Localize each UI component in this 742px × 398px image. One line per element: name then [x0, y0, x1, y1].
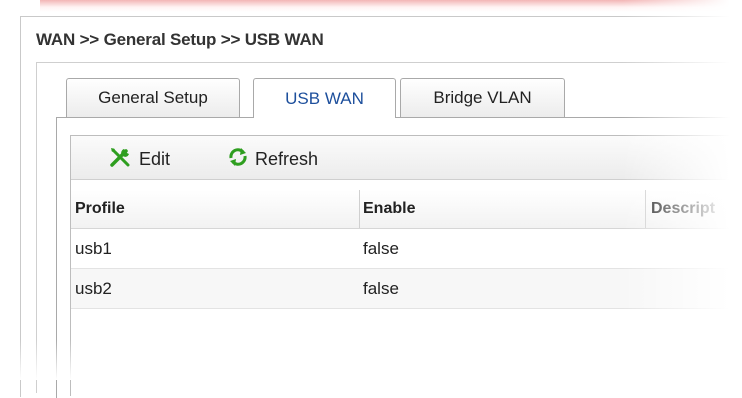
table-row[interactable]: usb2 false [71, 269, 742, 309]
enable-cell: false [363, 239, 399, 258]
edit-label: Edit [139, 148, 171, 169]
refresh-label: Refresh [255, 148, 319, 169]
page-title: WAN >> General Setup >> USB WAN [36, 30, 324, 49]
table-header: Profile Enable Descript [71, 190, 742, 229]
toolbar: Edit Refresh [71, 136, 742, 180]
profile-cell: usb1 [75, 239, 112, 258]
tab-general-setup[interactable]: General Setup [66, 78, 240, 117]
profile-cell: usb2 [75, 279, 112, 298]
refresh-button[interactable]: Refresh [227, 147, 319, 172]
top-glow [40, 0, 742, 12]
tab-usb-wan[interactable]: USB WAN [253, 78, 396, 118]
column-divider[interactable] [359, 190, 360, 228]
tab-bridge-vlan[interactable]: Bridge VLAN [400, 78, 565, 117]
column-header-description[interactable]: Descript [647, 190, 742, 228]
edit-button[interactable]: Edit [109, 146, 171, 173]
column-divider[interactable] [645, 190, 646, 228]
refresh-icon [227, 147, 255, 172]
column-header-enable[interactable]: Enable [359, 190, 649, 228]
column-header-profile[interactable]: Profile [71, 190, 359, 228]
enable-cell: false [363, 279, 399, 298]
tools-icon [109, 146, 139, 173]
table-row[interactable]: usb1 false [71, 229, 742, 269]
